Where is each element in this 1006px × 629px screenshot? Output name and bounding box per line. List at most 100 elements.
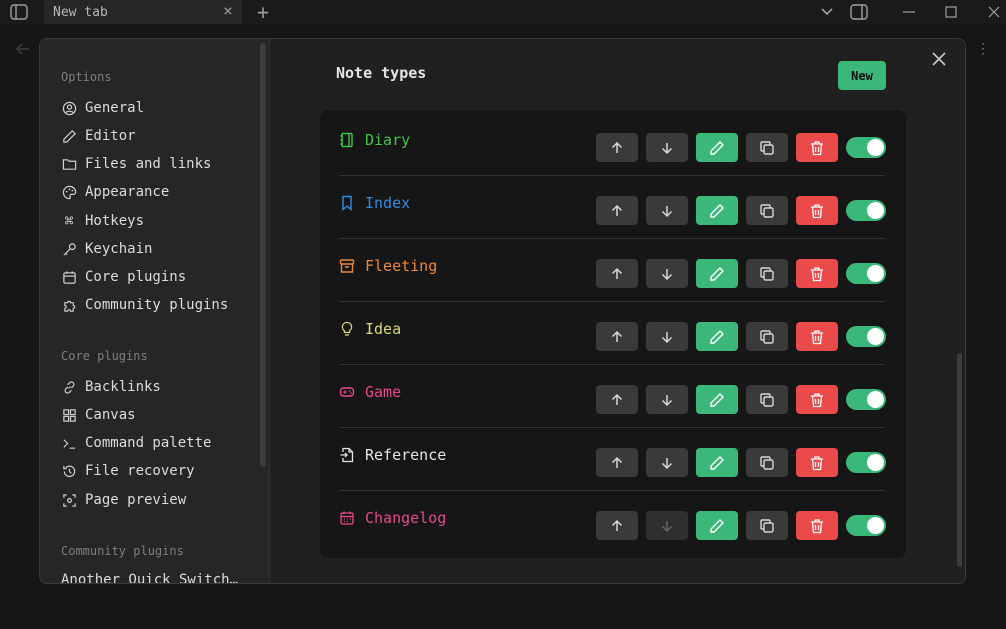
edit-button[interactable]	[696, 511, 738, 540]
close-tab-icon[interactable]: ×	[220, 3, 236, 19]
copy-icon	[759, 392, 775, 408]
edit-button[interactable]	[696, 385, 738, 414]
move-down-button[interactable]	[646, 133, 688, 162]
new-note-type-button[interactable]: New	[838, 61, 886, 90]
chevron-down-icon[interactable]	[818, 3, 836, 21]
note-type-name: Idea	[339, 320, 401, 338]
move-down-button[interactable]	[646, 322, 688, 351]
calendar-icon	[61, 269, 77, 285]
settings-content: Note types New Diary Index Fleeting Idea…	[271, 39, 965, 583]
trash-icon	[809, 392, 825, 408]
sidebar-item-label: Files and links	[85, 156, 212, 172]
toggle-knob	[867, 454, 884, 471]
sidebar-item-editor[interactable]: Editor	[61, 125, 251, 147]
content-scrollbar[interactable]	[957, 353, 962, 567]
arrow-up-icon	[610, 330, 624, 344]
move-up-button[interactable]	[596, 385, 638, 414]
sidebar-item-page-preview[interactable]: Page preview	[61, 489, 251, 511]
window-close-icon[interactable]	[984, 2, 1004, 22]
move-up-button[interactable]	[596, 322, 638, 351]
enable-toggle[interactable]	[846, 200, 886, 221]
sidebar-item-core-plugins[interactable]: Core plugins	[61, 266, 251, 288]
sidebar-item-label: Core plugins	[85, 269, 187, 285]
copy-icon	[759, 329, 775, 345]
enable-toggle[interactable]	[846, 389, 886, 410]
move-down-button[interactable]	[646, 259, 688, 288]
sidebar-item-canvas[interactable]: Canvas	[61, 404, 251, 426]
copy-icon	[759, 266, 775, 282]
terminal-icon	[61, 435, 77, 451]
delete-button[interactable]	[796, 511, 838, 540]
tab-new-tab[interactable]: New tab ×	[44, 0, 242, 24]
sidebar-item-files-and-links[interactable]: Files and links	[61, 153, 251, 175]
layout-icon	[61, 407, 77, 423]
move-down-button[interactable]	[646, 448, 688, 477]
sidebar-item-appearance[interactable]: Appearance	[61, 181, 251, 203]
note-type-label: Diary	[365, 131, 411, 149]
duplicate-button[interactable]	[746, 448, 788, 477]
close-icon[interactable]	[930, 50, 948, 68]
edit-button[interactable]	[696, 259, 738, 288]
toggle-knob	[867, 517, 884, 534]
minimize-icon[interactable]	[899, 2, 919, 22]
notebook-icon	[339, 132, 355, 148]
move-down-button[interactable]	[646, 511, 688, 540]
note-type-row: Index	[339, 176, 886, 239]
edit-button[interactable]	[696, 322, 738, 351]
new-tab-icon[interactable]: +	[253, 0, 273, 24]
duplicate-button[interactable]	[746, 259, 788, 288]
sidebar-item-community-plugins[interactable]: Community plugins	[61, 294, 251, 316]
sidebar-item-hotkeys[interactable]: ⌘ Hotkeys	[61, 210, 251, 232]
trash-icon	[809, 518, 825, 534]
pencil-icon	[61, 128, 77, 144]
maximize-icon[interactable]	[941, 2, 961, 22]
sidebar-item-backlinks[interactable]: Backlinks	[61, 376, 251, 398]
enable-toggle[interactable]	[846, 515, 886, 536]
sidebar-item-another-quick-switcher[interactable]: Another Quick Switch…	[61, 569, 251, 584]
move-up-button[interactable]	[596, 133, 638, 162]
delete-button[interactable]	[796, 259, 838, 288]
edit-button[interactable]	[696, 448, 738, 477]
duplicate-button[interactable]	[746, 133, 788, 162]
delete-button[interactable]	[796, 196, 838, 225]
right-sidebar-toggle-icon[interactable]	[849, 2, 869, 22]
sidebar-item-general[interactable]: General	[61, 97, 251, 119]
sidebar-scrollbar[interactable]	[260, 43, 266, 467]
duplicate-button[interactable]	[746, 511, 788, 540]
sidebar-item-command-palette[interactable]: Command palette	[61, 432, 251, 454]
move-up-button[interactable]	[596, 196, 638, 225]
enable-toggle[interactable]	[846, 326, 886, 347]
sidebar-item-label: Page preview	[85, 492, 187, 508]
delete-button[interactable]	[796, 448, 838, 477]
move-up-button[interactable]	[596, 259, 638, 288]
duplicate-button[interactable]	[746, 385, 788, 414]
arrow-down-icon	[660, 456, 674, 470]
note-type-label: Index	[365, 194, 411, 212]
note-type-row: Idea	[339, 302, 886, 365]
delete-button[interactable]	[796, 133, 838, 162]
move-up-button[interactable]	[596, 448, 638, 477]
delete-button[interactable]	[796, 385, 838, 414]
sidebar-item-file-recovery[interactable]: File recovery	[61, 460, 251, 482]
duplicate-button[interactable]	[746, 196, 788, 225]
move-down-button[interactable]	[646, 196, 688, 225]
sidebar-item-label: Another Quick Switch…	[61, 572, 239, 584]
lightbulb-icon	[339, 321, 355, 337]
arrow-up-icon	[610, 519, 624, 533]
enable-toggle[interactable]	[846, 137, 886, 158]
enable-toggle[interactable]	[846, 263, 886, 284]
sidebar-item-label: Command palette	[85, 435, 212, 451]
sidebar-toggle-icon[interactable]	[9, 2, 29, 22]
toggle-knob	[867, 202, 884, 219]
move-up-button[interactable]	[596, 511, 638, 540]
enable-toggle[interactable]	[846, 452, 886, 473]
pencil-icon	[709, 266, 725, 282]
edit-button[interactable]	[696, 133, 738, 162]
bookmark-icon	[339, 195, 355, 211]
duplicate-button[interactable]	[746, 322, 788, 351]
edit-button[interactable]	[696, 196, 738, 225]
move-down-button[interactable]	[646, 385, 688, 414]
delete-button[interactable]	[796, 322, 838, 351]
sidebar-item-keychain[interactable]: Keychain	[61, 238, 251, 260]
sidebar-item-label: File recovery	[85, 463, 195, 479]
